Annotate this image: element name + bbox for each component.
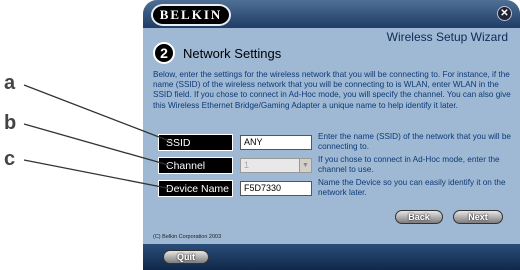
title-bar: BELKIN ✕ [143, 0, 520, 28]
ssid-help: Enter the name (SSID) of the network tha… [318, 132, 511, 151]
ssid-field[interactable]: ANY [240, 135, 312, 150]
callout-a: a [4, 72, 16, 94]
bottom-bar: Quit [143, 244, 520, 270]
ssid-label: SSID [158, 134, 233, 151]
copyright-text: (C) Belkin Corporation 2003 [153, 234, 222, 240]
quit-button[interactable]: Quit [163, 250, 209, 264]
channel-label: Channel [158, 157, 233, 174]
belkin-logo: BELKIN [151, 4, 231, 26]
next-button[interactable]: Next [453, 210, 503, 224]
back-button[interactable]: Back [395, 210, 443, 224]
section-title: Network Settings [183, 46, 282, 61]
callout-c: c [4, 148, 16, 170]
channel-help: If you chose to connect in Ad-Hoc mode, … [318, 155, 500, 174]
intro-text: Below, enter the settings for the wirele… [153, 70, 511, 110]
wizard-title: Wireless Setup Wizard [386, 30, 508, 44]
device-name-label: Device Name [158, 180, 233, 197]
close-icon[interactable]: ✕ [497, 6, 512, 21]
step-number-icon: 2 [153, 42, 175, 64]
device-name-field[interactable]: F5D7330 [240, 181, 312, 196]
setup-wizard-window: BELKIN ✕ Wireless Setup Wizard 2 Network… [143, 0, 520, 270]
device-name-help: Name the Device so you can easily identi… [318, 178, 506, 197]
callout-b: b [4, 112, 17, 134]
channel-select[interactable]: 1 ▼ [240, 158, 312, 173]
chevron-down-icon[interactable]: ▼ [299, 159, 311, 172]
channel-value: 1 [244, 160, 250, 170]
